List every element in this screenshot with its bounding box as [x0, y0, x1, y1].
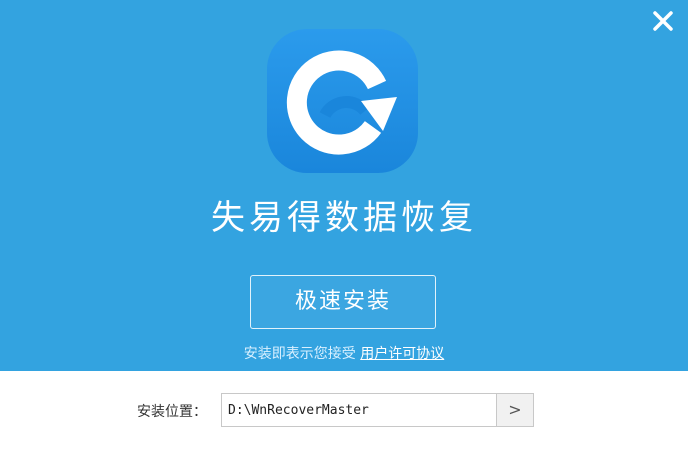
app-title: 失易得数据恢复 — [211, 198, 477, 238]
license-agreement-link[interactable]: 用户许可协议 — [360, 346, 444, 362]
app-logo-icon — [265, 27, 420, 175]
header-panel: 失易得数据恢复 极速安装 安装即表示您接受 用户许可协议 — [0, 0, 688, 371]
agreement-text: 安装即表示您接受 用户许可协议 — [0, 343, 688, 363]
browse-button[interactable]: > — [496, 393, 534, 427]
install-location-panel: 安装位置： > — [0, 371, 688, 450]
quick-install-button[interactable]: 极速安装 — [250, 275, 436, 329]
install-path-input[interactable] — [221, 393, 497, 427]
agreement-prefix: 安装即表示您接受 — [243, 346, 356, 362]
installer-window: 失易得数据恢复 极速安装 安装即表示您接受 用户许可协议 安装位置： > — [0, 0, 688, 450]
close-icon — [653, 11, 673, 31]
install-location-label: 安装位置： — [137, 404, 207, 420]
close-button[interactable] — [648, 6, 678, 36]
